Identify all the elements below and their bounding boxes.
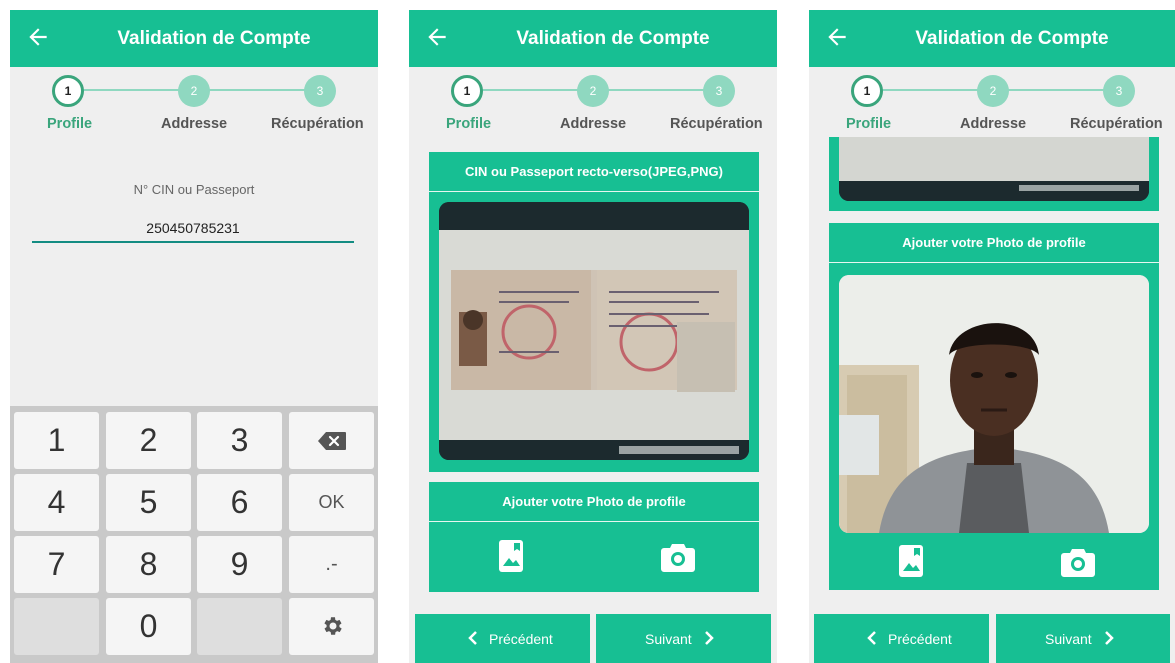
id-card-upload-title: CIN ou Passeport recto-verso(JPEG,PNG) xyxy=(429,152,759,192)
next-button[interactable]: Suivant xyxy=(596,614,771,663)
numeric-keypad: 1 2 3 4 5 6 OK 7 8 9 .- 0 xyxy=(10,406,378,663)
key-5[interactable]: 5 xyxy=(106,474,191,531)
id-card-photo xyxy=(439,202,749,460)
previous-label: Précédent xyxy=(489,631,553,647)
gallery-icon[interactable] xyxy=(899,545,923,577)
gear-icon xyxy=(323,617,342,635)
id-number-input[interactable] xyxy=(32,215,354,243)
app-bar: Validation de Compte xyxy=(409,10,777,67)
screen-id-upload: Validation de Compte 1 2 3 Profile Addre… xyxy=(409,10,777,663)
stepper: 1 2 3 Profile Addresse Récupération xyxy=(10,67,378,139)
step-2-circle[interactable]: 2 xyxy=(977,75,1009,107)
key-7[interactable]: 7 xyxy=(14,536,99,593)
step-3-label: Récupération xyxy=(670,116,763,132)
step-1-circle[interactable]: 1 xyxy=(451,75,483,107)
key-3[interactable]: 3 xyxy=(197,412,282,469)
chevron-left-icon xyxy=(468,631,477,645)
id-card-preview-image[interactable] xyxy=(439,202,749,460)
profile-photo-upload-card: Ajouter votre Photo de profile xyxy=(829,223,1159,590)
profile-photo-upload-card: Ajouter votre Photo de profile xyxy=(429,482,759,592)
id-card-upload-card: CIN ou Passeport recto-verso(JPEG,PNG) xyxy=(429,152,759,472)
stepper: 1 2 3 Profile Addresse Récupération xyxy=(409,67,777,139)
screen-id-entry: Validation de Compte 1 2 3 Profile Addre… xyxy=(10,10,378,663)
id-number-label: N° CIN ou Passeport xyxy=(133,182,255,197)
profile-photo xyxy=(839,275,1149,533)
key-6[interactable]: 6 xyxy=(197,474,282,531)
app-bar: Validation de Compte xyxy=(809,10,1175,67)
id-card-photo-cropped xyxy=(839,127,1149,201)
step-1-circle[interactable]: 1 xyxy=(851,75,883,107)
camera-icon[interactable] xyxy=(661,542,695,572)
step-1-label: Profile xyxy=(846,116,892,132)
profile-photo-title: Ajouter votre Photo de profile xyxy=(429,482,759,522)
dot-dash-key[interactable]: .- xyxy=(289,536,374,593)
key-blank-right xyxy=(197,598,282,655)
page-title: Validation de Compte xyxy=(516,28,710,49)
next-button[interactable]: Suivant xyxy=(996,614,1170,663)
camera-icon[interactable] xyxy=(1061,547,1095,577)
key-1[interactable]: 1 xyxy=(14,412,99,469)
chevron-right-icon xyxy=(1105,631,1114,645)
step-2-circle[interactable]: 2 xyxy=(577,75,609,107)
step-3-label: Récupération xyxy=(271,116,364,132)
previous-label: Précédent xyxy=(888,631,952,647)
step-1-circle[interactable]: 1 xyxy=(52,75,84,107)
step-3-circle[interactable]: 3 xyxy=(304,75,336,107)
step-3-label: Récupération xyxy=(1070,116,1163,132)
next-label: Suivant xyxy=(645,631,692,647)
id-card-preview-image[interactable] xyxy=(839,127,1149,201)
backspace-icon xyxy=(317,432,346,450)
key-9[interactable]: 9 xyxy=(197,536,282,593)
id-card-upload-card-scrolled xyxy=(829,127,1159,211)
step-1-label: Profile xyxy=(446,116,492,132)
step-2-circle[interactable]: 2 xyxy=(178,75,210,107)
screen-profile-photo: Validation de Compte 1 2 3 Profile Addre… xyxy=(809,10,1175,663)
previous-button[interactable]: Précédent xyxy=(415,614,590,663)
backspace-key[interactable] xyxy=(289,412,374,469)
page-title: Validation de Compte xyxy=(117,28,311,49)
key-0[interactable]: 0 xyxy=(106,598,191,655)
page-title: Validation de Compte xyxy=(915,28,1109,49)
step-2-label: Addresse xyxy=(161,116,228,132)
step-1-label: Profile xyxy=(47,116,93,132)
stepper: 1 2 3 Profile Addresse Récupération xyxy=(809,67,1175,137)
gallery-icon[interactable] xyxy=(499,540,523,572)
step-3-circle[interactable]: 3 xyxy=(1103,75,1135,107)
step-2-label: Addresse xyxy=(960,116,1027,132)
chevron-left-icon xyxy=(867,631,876,645)
previous-button[interactable]: Précédent xyxy=(814,614,989,663)
profile-photo-title: Ajouter votre Photo de profile xyxy=(829,223,1159,263)
settings-key[interactable] xyxy=(289,598,374,655)
step-2-label: Addresse xyxy=(560,116,627,132)
key-8[interactable]: 8 xyxy=(106,536,191,593)
next-label: Suivant xyxy=(1045,631,1092,647)
key-2[interactable]: 2 xyxy=(106,412,191,469)
step-3-circle[interactable]: 3 xyxy=(703,75,735,107)
app-bar: Validation de Compte xyxy=(10,10,378,67)
ok-key[interactable]: OK xyxy=(289,474,374,531)
key-blank-left xyxy=(14,598,99,655)
profile-photo-preview-image[interactable] xyxy=(839,275,1149,533)
key-4[interactable]: 4 xyxy=(14,474,99,531)
chevron-right-icon xyxy=(705,631,714,645)
